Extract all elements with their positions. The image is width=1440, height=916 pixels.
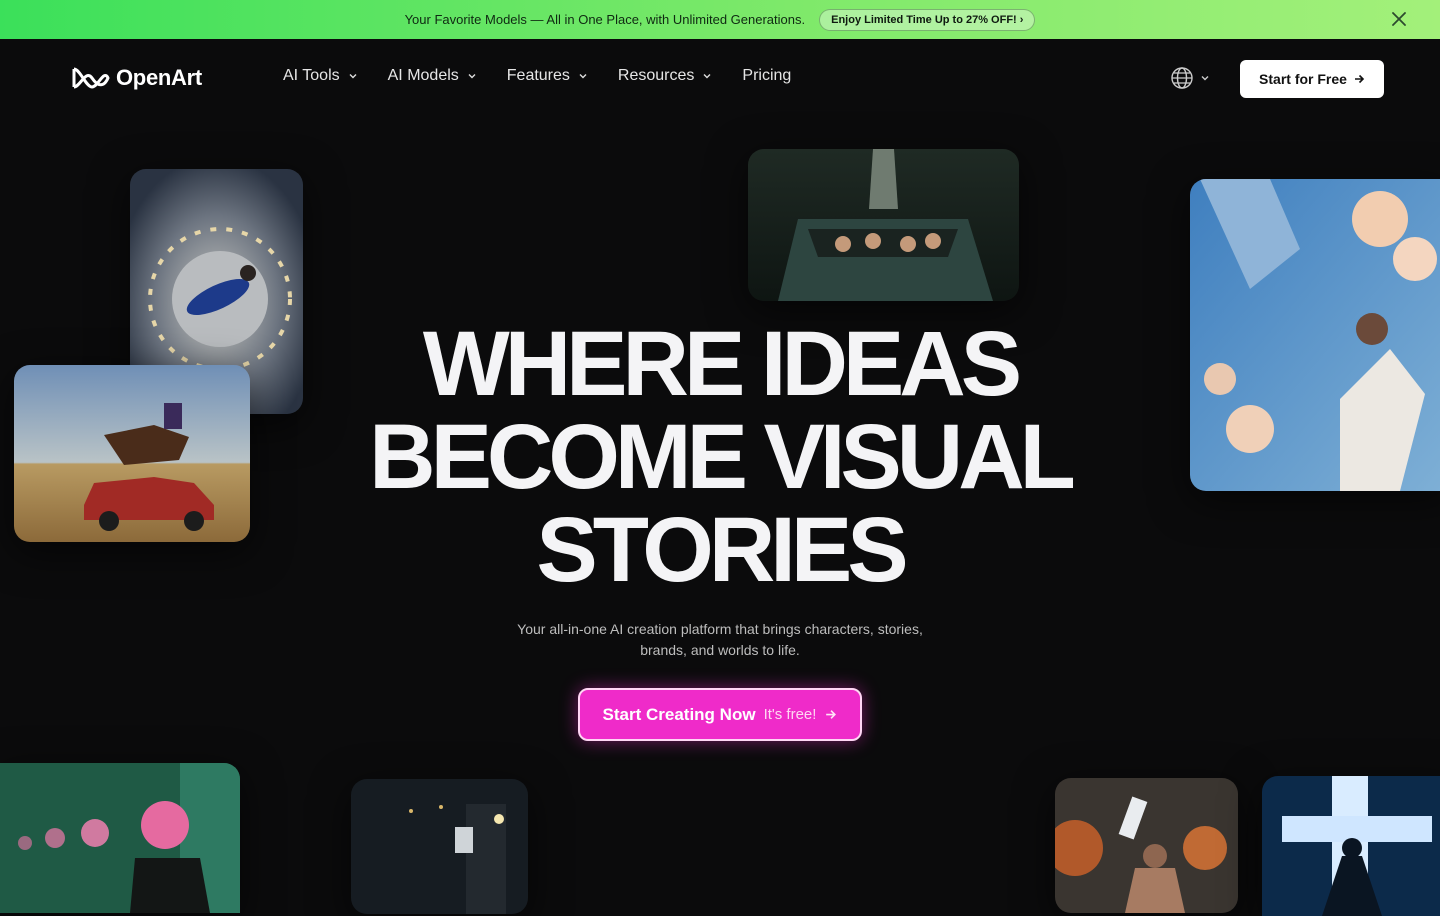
nav-ai-models[interactable]: AI Models <box>388 67 477 85</box>
nav-item-label: Features <box>506 67 570 84</box>
openart-logo-icon <box>72 67 110 89</box>
chevron-down-icon <box>349 74 357 79</box>
start-for-free-button[interactable]: Start for Free <box>1240 60 1384 98</box>
top-navbar: OpenArt AI Tools AI Models Features Reso… <box>0 39 1440 119</box>
arrow-right-icon <box>826 710 837 719</box>
hero-subtitle: Your all-in-one AI creation platform tha… <box>517 621 923 658</box>
tile-basketball-player <box>1055 778 1238 913</box>
start-creating-label: Start Creating Now <box>602 704 756 724</box>
its-free-label: It's free! <box>763 706 817 723</box>
hero-title-line: BECOME VISUAL <box>369 406 1076 508</box>
tile-rainy-night-bus-stop <box>351 779 528 914</box>
nav-features[interactable]: Features <box>507 67 588 85</box>
tile-light-cross-figure <box>1262 776 1440 916</box>
chevron-down-icon <box>703 74 711 79</box>
language-selector[interactable] <box>1170 66 1210 90</box>
start-creating-button[interactable]: Start Creating Now It's free! <box>578 688 862 741</box>
logo-text: OpenArt <box>116 65 202 90</box>
hero-title: WHERE IDEAS BECOME VISUAL STORIES <box>320 318 1120 597</box>
nav-item-label: AI Models <box>387 67 459 84</box>
logo[interactable]: OpenArt <box>70 65 202 91</box>
globe-icon <box>1171 67 1193 89</box>
nav-item-label: AI Tools <box>283 67 340 84</box>
start-for-free-label: Start for Free <box>1259 71 1347 87</box>
hero-title-line: WHERE IDEAS <box>422 313 1022 415</box>
tile-flowers-sky-couple <box>1190 179 1440 491</box>
tile-pink-hair-mirrors <box>0 763 240 913</box>
promo-offer-pill[interactable]: Enjoy Limited Time Up to 27% OFF! › <box>819 8 1036 31</box>
nav-menu: AI Tools AI Models Features Resources Pr… <box>283 67 791 85</box>
nav-resources[interactable]: Resources <box>618 67 712 85</box>
nav-item-label: Resources <box>617 67 695 84</box>
nav-ai-tools[interactable]: AI Tools <box>283 67 358 85</box>
chevron-down-icon <box>1201 76 1209 81</box>
nav-item-label: Pricing <box>742 67 792 84</box>
arrow-right-icon <box>1354 74 1365 84</box>
chevron-down-icon <box>468 74 476 79</box>
chevron-down-icon <box>579 74 587 79</box>
tile-vintage-car-forest <box>748 149 1019 301</box>
tile-horse-car-desert <box>14 365 250 542</box>
promo-text: Your Favorite Models — All in One Place,… <box>404 12 806 27</box>
hero-title-line: STORIES <box>536 499 908 601</box>
close-icon[interactable] <box>1390 10 1408 28</box>
nav-pricing[interactable]: Pricing <box>742 67 791 85</box>
promo-banner: Your Favorite Models — All in One Place,… <box>0 0 1440 39</box>
